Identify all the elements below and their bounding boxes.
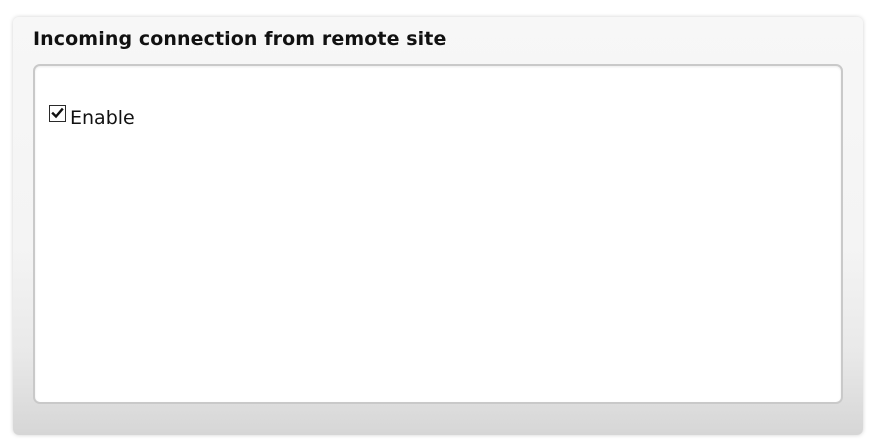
enable-option[interactable]: Enable [49,104,135,129]
check-mark-icon [51,107,64,118]
panel-title: Incoming connection from remote site [33,28,447,50]
enable-label[interactable]: Enable [70,107,135,129]
incoming-connection-panel: Incoming connection from remote site Ena… [13,17,863,435]
settings-box: Enable [33,64,843,404]
enable-checkbox[interactable] [49,104,66,122]
